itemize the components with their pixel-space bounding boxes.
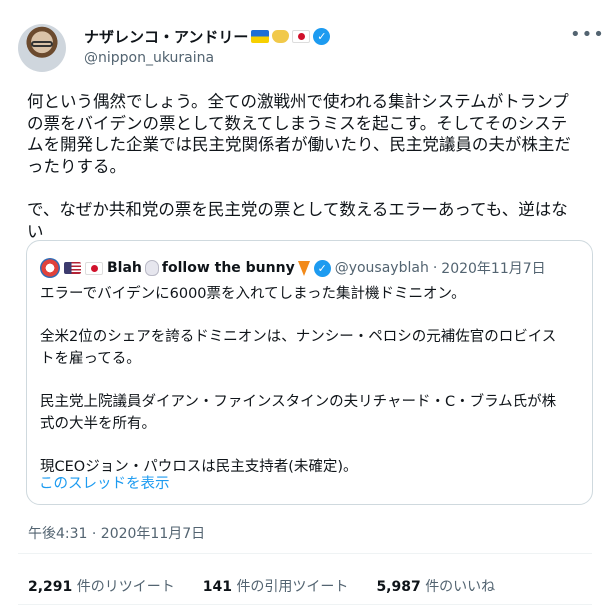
quoted-text-line: エラーでバイデンに6000票を入れてしまった集計機ドミニオン。 bbox=[40, 286, 466, 302]
quoted-tweet-date[interactable]: 2020年11月7日 bbox=[441, 258, 545, 278]
quoted-text-gap bbox=[40, 435, 580, 457]
author-name[interactable]: ナザレンコ・アンドリー ✓ bbox=[84, 26, 331, 47]
ukraine-flag-icon bbox=[251, 30, 270, 43]
tweet-text-line: 何という偶然でしょう。全ての激戦州で使われる集計システムがトランプ bbox=[27, 92, 569, 111]
tweet-text: 何という偶然でしょう。全ての激戦州で使われる集計システムがトランプ の票をバイデ… bbox=[27, 91, 595, 242]
quoted-author-name[interactable]: Blah follow the bunny bbox=[107, 260, 310, 276]
japan-flag-icon bbox=[85, 261, 103, 275]
tweet-text-gap bbox=[27, 177, 595, 199]
tweet-text-line: ったりする。 bbox=[27, 156, 126, 176]
quoted-author-handle: @yousayblah bbox=[334, 260, 429, 276]
likes-count: 5,987 bbox=[376, 579, 421, 595]
quotes-label: 件の引用ツイート bbox=[236, 579, 349, 595]
retweets-label: 件のリツイート bbox=[76, 579, 175, 595]
quoted-author-name-suffix: follow the bunny bbox=[161, 260, 295, 276]
us-flag-icon bbox=[64, 262, 81, 274]
verified-badge-icon: ✓ bbox=[313, 259, 331, 277]
show-thread-link[interactable]: このスレッドを表示 bbox=[39, 472, 170, 493]
bunny-icon bbox=[144, 260, 159, 276]
divider bbox=[18, 604, 592, 605]
retweets-count: 2,291 bbox=[28, 579, 73, 595]
japan-flag-icon bbox=[292, 30, 311, 43]
tweet-card: ナザレンコ・アンドリー ✓ @nippon_ukuraina ••• 何という偶… bbox=[0, 0, 610, 610]
likes-label: 件のいいね bbox=[425, 579, 496, 595]
tweet-timestamp[interactable]: 午後4:31 · 2020年11月7日 bbox=[28, 523, 205, 543]
quoted-author-name-text: Blah bbox=[107, 260, 142, 276]
quotes-stat[interactable]: 141 件の引用ツイート bbox=[203, 576, 349, 596]
divider bbox=[18, 553, 592, 554]
quoted-text-line: 式の大半を所有。 bbox=[40, 415, 156, 432]
author-avatar[interactable] bbox=[18, 24, 66, 72]
quoted-author-avatar[interactable] bbox=[40, 258, 60, 278]
quoted-text-line: 全米2位のシェアを誇るドミニオンは、ナンシー・ペロシの元補佐官のロビイス bbox=[40, 329, 557, 346]
tweet-stats: 2,291 件のリツイート 141 件の引用ツイート 5,987 件のいいね bbox=[28, 576, 495, 596]
carrot-icon bbox=[297, 260, 310, 276]
handshake-icon bbox=[272, 30, 290, 43]
quoted-tweet-text: エラーでバイデンに6000票を入れてしまった集計機ドミニオン。 全米2位のシェア… bbox=[40, 284, 580, 478]
author-handle[interactable]: @nippon_ukuraina bbox=[84, 50, 214, 66]
tweet-text-line: い bbox=[27, 221, 44, 241]
quoted-tweet[interactable]: Blah follow the bunny ✓ @yousayblah · 20… bbox=[26, 240, 593, 505]
glasses-icon bbox=[31, 41, 53, 47]
tweet-text-line: で、なぜか共和党の票を民主党の票として数えるエラーあっても、逆はな bbox=[27, 199, 568, 219]
likes-stat[interactable]: 5,987 件のいいね bbox=[376, 576, 495, 596]
quoted-text-line: 民主党上院議員ダイアン・ファインスタインの夫リチャード・C・ブラム氏が株 bbox=[40, 393, 557, 410]
tweet-text-line: ムを開発した企業では民主党関係者が働いたり、民主党議員の夫が株主だ bbox=[27, 135, 571, 155]
tweet-text-line: の票をバイデンの票として数えてしまうミスを起こす。そしてそのシステ bbox=[27, 113, 568, 133]
quoted-text-gap bbox=[40, 370, 580, 392]
quoted-text-gap bbox=[40, 306, 580, 328]
quoted-text-line: トを雇ってる。 bbox=[40, 350, 141, 367]
author-name-text: ナザレンコ・アンドリー bbox=[84, 28, 249, 46]
quoted-tweet-header: Blah follow the bunny ✓ @yousayblah · 20… bbox=[40, 258, 546, 278]
verified-badge-icon: ✓ bbox=[313, 28, 331, 45]
more-options-icon[interactable]: ••• bbox=[570, 24, 605, 45]
retweets-stat[interactable]: 2,291 件のリツイート bbox=[28, 576, 175, 596]
quotes-count: 141 bbox=[202, 579, 232, 595]
separator-dot: · bbox=[432, 260, 438, 276]
